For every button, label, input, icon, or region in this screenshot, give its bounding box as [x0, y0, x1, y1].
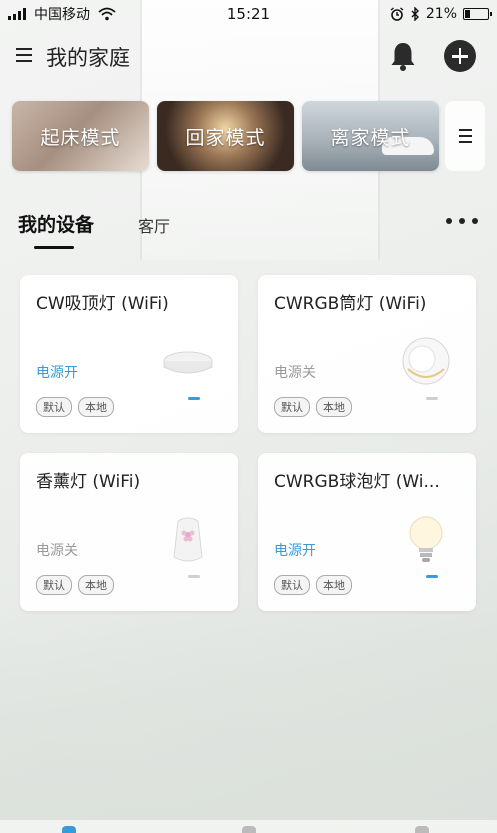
header: 我的家庭 [0, 38, 497, 76]
tag-row: 默认 本地 [36, 397, 114, 417]
alarm-icon [390, 7, 404, 21]
device-tabs: 我的设备 客厅 [0, 206, 497, 250]
add-icon[interactable] [444, 40, 476, 72]
nav-profile-icon[interactable] [415, 826, 429, 833]
device-name: CWRGB球泡灯 (Wi... [274, 472, 440, 492]
tag-default: 默认 [274, 575, 310, 595]
device-name: 香薰灯 (WiFi) [36, 472, 141, 492]
status-bar: 中国移动 15:21 21% [0, 0, 497, 28]
status-indicator [426, 575, 438, 578]
status-indicator [426, 397, 438, 400]
menu-icon [458, 129, 472, 143]
tab-active-indicator [34, 246, 74, 249]
battery-percent: 21% [425, 6, 457, 22]
tag-default: 默认 [274, 397, 310, 417]
scene-wake-up[interactable]: 起床模式 [12, 101, 149, 171]
bell-icon[interactable] [388, 40, 418, 72]
scene-label: 起床模式 [40, 126, 121, 149]
device-card[interactable]: CWRGB筒灯 (WiFi) 电源关 默认 本地 [258, 275, 476, 433]
scene-row: 起床模式 回家模式 离家模式 [12, 101, 497, 171]
ceiling-light-icon [163, 351, 213, 374]
tag-local: 本地 [316, 397, 352, 417]
more-icon[interactable] [446, 218, 478, 226]
status-right: 21% [390, 6, 492, 22]
tag-row: 默认 本地 [274, 575, 352, 595]
tag-default: 默认 [36, 397, 72, 417]
status-indicator [188, 575, 200, 578]
scene-label: 回家模式 [185, 126, 266, 149]
scene-leave-home[interactable]: 离家模式 [302, 101, 439, 171]
nav-scene-icon[interactable] [242, 826, 256, 833]
tag-default: 默认 [36, 575, 72, 595]
power-status[interactable]: 电源开 [274, 540, 316, 560]
scene-more-button[interactable] [445, 101, 485, 171]
device-name: CW吸顶灯 (WiFi) [36, 294, 169, 314]
downlight-icon [402, 337, 450, 385]
tag-local: 本地 [316, 575, 352, 595]
status-indicator [188, 397, 200, 400]
bulb-icon [409, 516, 443, 562]
battery-icon [463, 8, 492, 20]
battery-fill [465, 10, 471, 18]
menu-icon[interactable] [16, 48, 32, 62]
power-status[interactable]: 电源关 [36, 540, 78, 560]
device-card[interactable]: CWRGB球泡灯 (Wi... 电源开 默认 本地 [258, 453, 476, 611]
page-title[interactable]: 我的家庭 [46, 42, 130, 72]
tag-local: 本地 [78, 397, 114, 417]
tag-local: 本地 [78, 575, 114, 595]
scene-come-home[interactable]: 回家模式 [157, 101, 294, 171]
background-floor [0, 603, 497, 833]
tag-row: 默认 本地 [274, 397, 352, 417]
power-status[interactable]: 电源关 [274, 362, 316, 382]
device-card[interactable]: CW吸顶灯 (WiFi) 电源开 默认 本地 [20, 275, 238, 433]
device-name: CWRGB筒灯 (WiFi) [274, 294, 427, 314]
tag-row: 默认 本地 [36, 575, 114, 595]
bottom-nav [0, 820, 497, 833]
bluetooth-icon [411, 7, 419, 21]
tab-living-room[interactable]: 客厅 [138, 213, 170, 237]
scene-label: 离家模式 [330, 126, 411, 149]
aroma-lamp-icon [173, 517, 203, 562]
power-status[interactable]: 电源开 [36, 362, 78, 382]
tab-my-devices[interactable]: 我的设备 [18, 210, 94, 237]
nav-home-icon[interactable] [62, 826, 76, 833]
device-card[interactable]: 香薰灯 (WiFi) 电源关 默认 本地 [20, 453, 238, 611]
